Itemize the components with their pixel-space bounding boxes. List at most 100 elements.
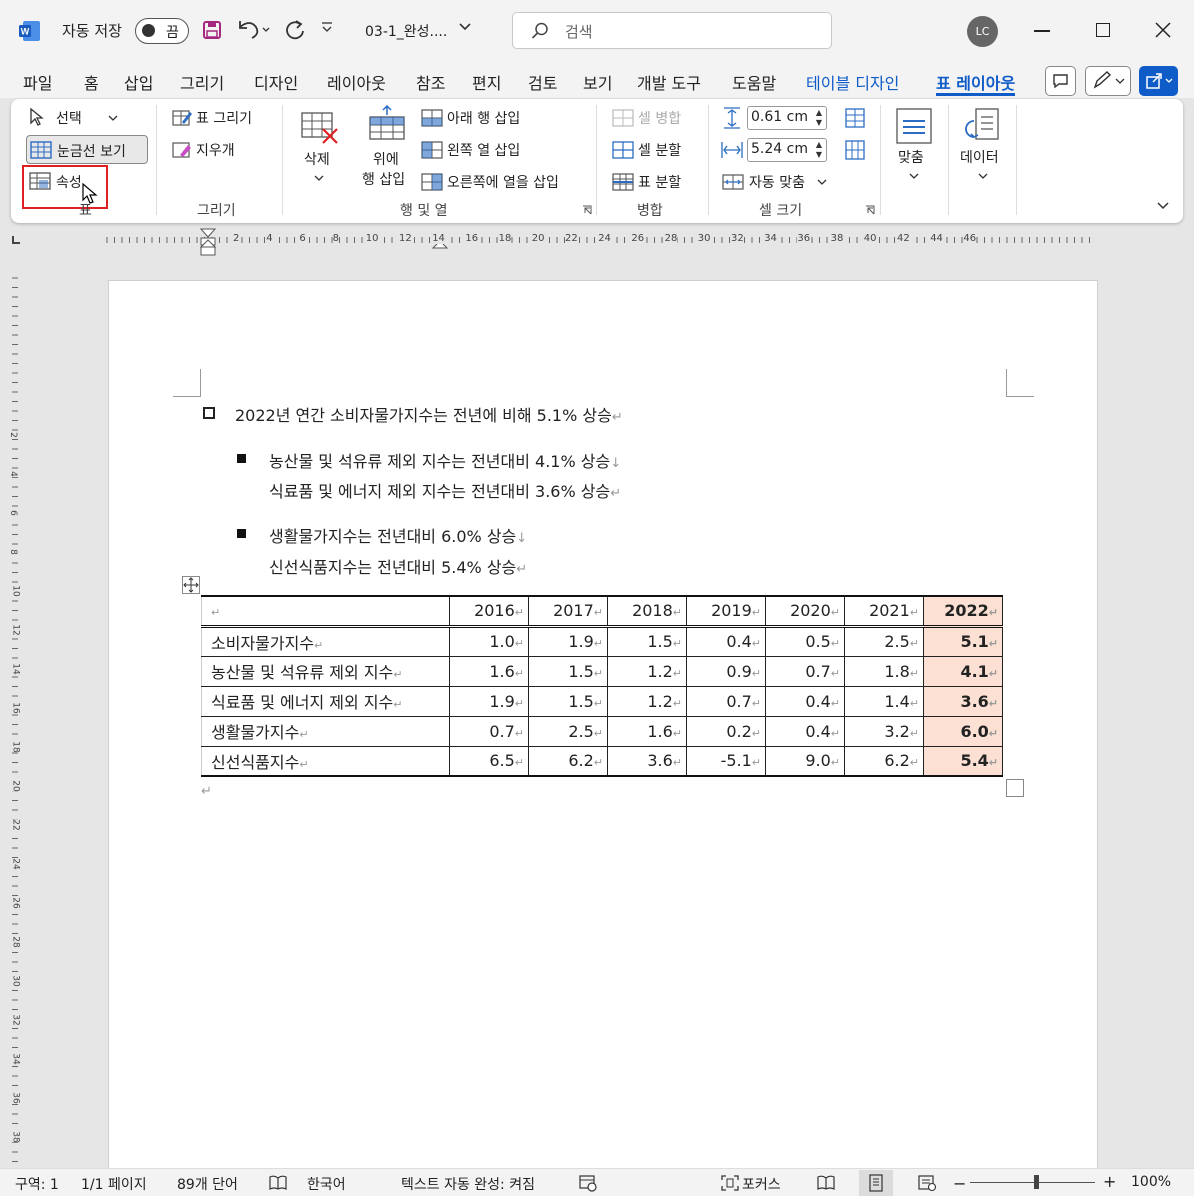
table-corner-cell[interactable]: ↵ — [201, 595, 450, 628]
delete-button[interactable]: 삭제 — [297, 109, 341, 187]
quick-access-more-icon[interactable] — [320, 20, 334, 34]
value-cell[interactable]: 1.9↵ — [449, 685, 529, 717]
table-resize-handle[interactable] — [1006, 779, 1024, 797]
search-box[interactable]: 검색 — [512, 12, 832, 49]
value-cell[interactable]: 0.9↵ — [686, 655, 766, 687]
avatar[interactable]: LC — [967, 16, 998, 47]
cpi-table[interactable]: ↵ 2016↵ 2017↵ 2018↵ 2019↵ 2020↵ 2021↵ 2022↵ 소비자물… — [201, 595, 1003, 777]
row-label-cell[interactable]: 농산물 및 석유류 제외 지수↵ — [201, 655, 450, 687]
accessibility-icon[interactable] — [578, 1174, 598, 1192]
year-header-cell[interactable]: 2016↵ — [449, 595, 529, 628]
paragraph[interactable]: 농산물 및 석유류 제외 지수는 전년대비 4.1% 상승↓ — [269, 448, 621, 472]
status-text-predictions[interactable]: 텍스트 자동 완성: 켜짐 — [401, 1174, 535, 1194]
status-focus[interactable]: 포커스 — [742, 1174, 781, 1194]
tab-file[interactable]: 파일 — [23, 70, 52, 96]
comments-button[interactable] — [1045, 66, 1076, 96]
alignment-button[interactable]: 맞춤 — [892, 107, 936, 187]
dialog-launcher-icon[interactable] — [865, 205, 875, 215]
tab-view[interactable]: 보기 — [583, 70, 612, 96]
value-cell[interactable]: 5.4↵ — [923, 745, 1003, 777]
spin-up-icon[interactable]: ▲ — [814, 108, 824, 118]
value-cell[interactable]: 2.5↵ — [844, 625, 924, 657]
editing-mode-button[interactable] — [1085, 66, 1131, 96]
close-icon[interactable] — [1153, 20, 1173, 40]
undo-icon[interactable] — [236, 19, 270, 41]
autosave-toggle[interactable]: 끔 — [135, 18, 189, 44]
status-section[interactable]: 구역: 1 — [15, 1174, 59, 1194]
value-cell[interactable]: 6.2↵ — [844, 745, 924, 777]
year-header-cell[interactable]: 2022↵ — [923, 595, 1003, 628]
tab-insert[interactable]: 삽입 — [124, 70, 153, 96]
focus-icon[interactable] — [720, 1174, 740, 1192]
distribute-rows-icon[interactable] — [844, 107, 866, 129]
status-word-count[interactable]: 89개 단어 — [177, 1174, 238, 1194]
value-cell[interactable]: -5.1↵ — [686, 745, 766, 777]
row-height-input[interactable]: 0.61 cm ▲ ▼ — [747, 106, 827, 130]
gridlines-button[interactable]: 눈금선 보기 — [26, 135, 148, 164]
tab-design[interactable]: 디자인 — [254, 70, 298, 96]
read-mode-icon[interactable] — [816, 1174, 836, 1192]
paragraph[interactable]: 식료품 및 에너지 제외 지수는 전년대비 3.6% 상승↵ — [269, 478, 621, 502]
value-cell[interactable]: 3.2↵ — [844, 715, 924, 747]
row-label-cell[interactable]: 소비자물가지수↵ — [201, 625, 450, 657]
zoom-level[interactable]: 100% — [1131, 1174, 1171, 1190]
distribute-columns-icon[interactable] — [844, 139, 866, 161]
value-cell[interactable]: 0.4↵ — [765, 715, 845, 747]
minimize-icon[interactable] — [1034, 30, 1050, 32]
spin-down-icon[interactable]: ▼ — [814, 118, 824, 128]
value-cell[interactable]: 1.2↵ — [607, 655, 687, 687]
zoom-slider-thumb[interactable] — [1034, 1175, 1039, 1189]
web-layout-icon[interactable] — [917, 1174, 937, 1192]
spin-up-icon[interactable]: ▲ — [814, 140, 824, 150]
value-cell[interactable]: 0.7↵ — [449, 715, 529, 747]
value-cell[interactable]: 9.0↵ — [765, 745, 845, 777]
tab-references[interactable]: 참조 — [416, 70, 445, 96]
value-cell[interactable]: 1.5↵ — [528, 655, 608, 687]
value-cell[interactable]: 0.4↵ — [686, 625, 766, 657]
value-cell[interactable]: 6.0↵ — [923, 715, 1003, 747]
value-cell[interactable]: 0.2↵ — [686, 715, 766, 747]
tab-layout[interactable]: 레이아웃 — [327, 70, 386, 96]
tab-developer[interactable]: 개발 도구 — [637, 70, 701, 96]
horizontal-ruler[interactable]: 2 4 6 8 10 12 14 16 18 20 22 24 26 28 30 32 34 36 38 40 42 44… — [0, 227, 1194, 257]
document-filename[interactable]: 03-1_완성.... — [365, 21, 447, 41]
status-language[interactable]: 한국어 — [307, 1174, 346, 1194]
value-cell[interactable]: 3.6↵ — [923, 685, 1003, 717]
paragraph[interactable]: 신선식품지수는 전년대비 5.4% 상승↵ — [269, 554, 527, 578]
column-width-input[interactable]: 5.24 cm ▲ ▼ — [747, 138, 827, 162]
year-header-cell[interactable]: 2020↵ — [765, 595, 845, 628]
save-icon[interactable] — [202, 20, 222, 40]
spin-down-icon[interactable]: ▼ — [814, 150, 824, 160]
value-cell[interactable]: 5.1↵ — [923, 625, 1003, 657]
tab-table-design[interactable]: 테이블 디자인 — [806, 70, 899, 96]
tab-help[interactable]: 도움말 — [732, 70, 776, 96]
zoom-out-icon[interactable]: − — [953, 1174, 966, 1193]
tab-selector-icon[interactable] — [12, 236, 20, 244]
share-button[interactable] — [1139, 66, 1178, 96]
vertical-ruler[interactable]: 2 4 6 8 10 12 14 16 18 20 22 24 26 28 30 32 34 36 38 — [0, 258, 28, 1168]
table-move-handle[interactable] — [182, 576, 200, 594]
value-cell[interactable]: 4.1↵ — [923, 655, 1003, 687]
value-cell[interactable]: 0.5↵ — [765, 625, 845, 657]
year-header-cell[interactable]: 2017↵ — [528, 595, 608, 628]
dialog-launcher-icon[interactable] — [582, 205, 592, 215]
maximize-icon[interactable] — [1096, 23, 1110, 37]
value-cell[interactable]: 0.4↵ — [765, 685, 845, 717]
insert-above-button[interactable]: 위에 행 삽입 — [361, 105, 413, 189]
paragraph[interactable]: 생활물가지수는 전년대비 6.0% 상승↓ — [269, 523, 527, 547]
tab-draw[interactable]: 그리기 — [180, 70, 224, 96]
print-layout-button[interactable] — [859, 1170, 893, 1196]
row-label-cell[interactable]: 생활물가지수↵ — [201, 715, 450, 747]
document-page[interactable]: 2022년 연간 소비자물가지수는 전년에 비해 5.1% 상승↵ 농산물 및 … — [108, 280, 1098, 1180]
proofing-book-icon[interactable] — [268, 1175, 288, 1191]
value-cell[interactable]: 0.7↵ — [765, 655, 845, 687]
row-label-cell[interactable]: 신선식품지수↵ — [201, 745, 450, 777]
tab-table-layout[interactable]: 표 레이아웃 — [936, 70, 1016, 96]
value-cell[interactable]: 3.6↵ — [607, 745, 687, 777]
paragraph[interactable]: 2022년 연간 소비자물가지수는 전년에 비해 5.1% 상승↵ — [235, 402, 623, 426]
value-cell[interactable]: 1.4↵ — [844, 685, 924, 717]
value-cell[interactable]: 1.0↵ — [449, 625, 529, 657]
year-header-cell[interactable]: 2018↵ — [607, 595, 687, 628]
year-header-cell[interactable]: 2019↵ — [686, 595, 766, 628]
zoom-in-icon[interactable]: + — [1103, 1172, 1116, 1191]
